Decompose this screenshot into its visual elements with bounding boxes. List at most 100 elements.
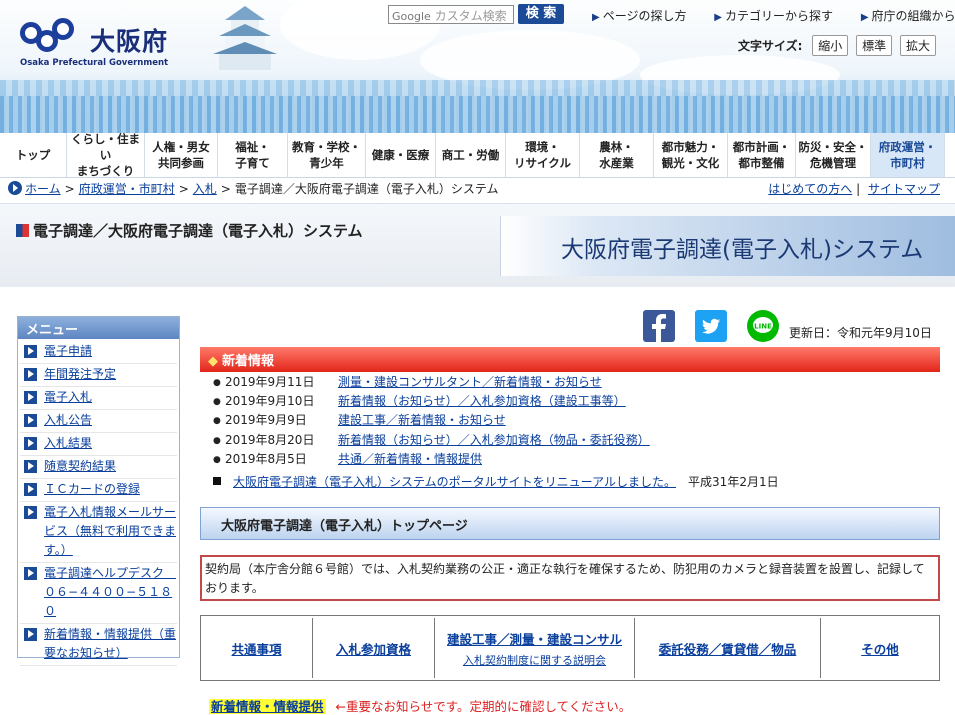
organization-link[interactable]: ▶府庁の組織から探す: [861, 9, 955, 23]
home-icon: [8, 181, 22, 195]
nav-commerce[interactable]: 商工・労働: [436, 133, 506, 177]
news-date: 2019年9月10日: [225, 394, 315, 409]
menu-item[interactable]: 電子調達ヘルプデスク ０６−４４００−５１８０: [20, 563, 177, 624]
nav-welfare[interactable]: 福祉・ 子育て: [218, 133, 288, 177]
svg-text:LINE: LINE: [754, 323, 772, 331]
arrow-icon: [24, 506, 37, 519]
nav-tourism[interactable]: 都市魅力・ 観光・文化: [654, 133, 728, 177]
font-size-control: 文字サイズ: 縮小 標準 拡大: [738, 35, 940, 56]
bullet-icon: ●: [213, 378, 221, 388]
title-band: 電子調達／大阪府電子調達（電子入札）システム 大阪府電子調達(電子入札)システム: [0, 203, 955, 287]
chevron-right-icon: ▶: [860, 12, 869, 23]
menu-item[interactable]: 入札結果: [20, 433, 177, 456]
nav-environment[interactable]: 環境・ リサイクル: [506, 133, 580, 177]
arrow-icon: [24, 437, 37, 450]
category-table: 共通事項 入札参加資格 建設工事／測量・建設コンサル 入札契約制度に関する説明会 …: [200, 615, 940, 681]
search-brand: Google: [392, 10, 431, 23]
banner-text: 大阪府電子調達(電子入札)システム: [561, 237, 924, 263]
news-link[interactable]: 新着情報（お知らせ）／入札参加資格（建設工事等）: [338, 394, 626, 408]
menu-item[interactable]: 随意契約結果: [20, 456, 177, 479]
site-logo[interactable]: 大阪府 Osaka Prefectural Government: [20, 16, 180, 74]
font-larger-button[interactable]: 拡大: [899, 35, 936, 56]
font-smaller-button[interactable]: 縮小: [812, 35, 849, 56]
utility-links: ▶ページの探し方 ▶カテゴリーから探す ▶府庁の組織から探す: [592, 7, 955, 24]
facebook-icon[interactable]: [643, 310, 675, 342]
category-qualification-link[interactable]: 入札参加資格: [336, 639, 411, 658]
arrow-icon: [24, 628, 37, 641]
arrow-icon: [24, 483, 37, 496]
nav-education[interactable]: 教育・学校・ 青少年: [288, 133, 366, 177]
breadcrumb-home[interactable]: ホーム: [25, 182, 61, 196]
news-header: ◆ 新着情報: [200, 347, 940, 372]
news-info-link[interactable]: 新着情報・情報提供: [209, 699, 326, 714]
arrow-icon: [24, 567, 37, 580]
bullet-icon: ●: [213, 454, 221, 465]
arrow-icon: [24, 368, 37, 381]
nav-top[interactable]: トップ: [0, 133, 67, 177]
menu-item[interactable]: 電子入札情報メールサービス（無料で利用できます。）: [20, 502, 177, 563]
find-page-link[interactable]: ▶ ページの探し方: [592, 9, 698, 23]
menu-item[interactable]: 新着情報・情報提供（重要なお知らせ）: [20, 624, 177, 666]
breadcrumb-administration[interactable]: 府政運営・市町村: [79, 182, 175, 196]
chevron-right-icon: ▶: [714, 12, 722, 23]
briefing-session-link[interactable]: 入札契約制度に関する説明会: [463, 652, 606, 668]
category-services-link[interactable]: 委託役務／賃貸借／物品: [659, 639, 797, 658]
nav-agriculture[interactable]: 農林・ 水産業: [580, 133, 654, 177]
arrow-icon: [24, 414, 37, 427]
osaka-castle-icon: [213, 6, 277, 70]
news-link[interactable]: 共通／新着情報・情報提供: [338, 452, 482, 466]
news-link[interactable]: 新着情報（お知らせ）／入札参加資格（物品・委託役務）: [338, 433, 650, 447]
menu-item[interactable]: 電子申請: [20, 341, 177, 364]
category-other-link[interactable]: その他: [861, 639, 899, 658]
square-bullet-icon: [213, 477, 221, 485]
nav-living[interactable]: くらし・住まい まちづくり: [67, 132, 145, 178]
category-construction-link[interactable]: 建設工事／測量・建設コンサル: [447, 629, 622, 648]
menu-title: メニュー: [18, 317, 179, 339]
search-button[interactable]: 検 索: [518, 4, 564, 24]
arrow-icon: [24, 391, 37, 404]
beginners-link[interactable]: はじめての方へ: [768, 182, 852, 196]
category-common-link[interactable]: 共通事項: [231, 639, 281, 658]
page-title: 電子調達／大阪府電子調達（電子入札）システム: [16, 220, 363, 241]
news-item: ● 2019年8月20日 新着情報（お知らせ）／入札参加資格（物品・委託役務）: [213, 431, 933, 450]
twitter-icon[interactable]: [695, 310, 727, 342]
bullet-icon: ●: [213, 416, 221, 427]
important-warning: ←重要なお知らせです。定期的に確認してください。: [335, 699, 632, 714]
arrow-icon: [24, 345, 37, 358]
renewal-date: 平成31年2月1日: [688, 475, 779, 489]
menu-item[interactable]: ＩＣカードの登録: [20, 479, 177, 502]
search-input[interactable]: Google カスタム検索: [388, 5, 514, 24]
header-right-links: はじめての方へ | サイトマップ: [764, 180, 940, 197]
news-link[interactable]: 建設工事／新着情報・お知らせ: [338, 413, 506, 427]
arrow-icon: [24, 460, 37, 473]
renewal-notice: 大阪府電子調達（電子入札）システムのポータルサイトをリニューアルしました。 平成3…: [213, 473, 779, 490]
nav-city-planning[interactable]: 都市計画・ 都市整備: [728, 133, 796, 177]
sitemap-link[interactable]: サイトマップ: [868, 182, 940, 196]
logo-english: Osaka Prefectural Government: [20, 58, 169, 68]
nav-disaster[interactable]: 防災・安全・ 危機管理: [796, 133, 871, 177]
nav-human-rights[interactable]: 人権・男女 共同参画: [145, 133, 218, 177]
menu-item[interactable]: 年間発注予定: [20, 364, 177, 387]
category-cell: その他: [821, 618, 939, 678]
bullet-icon: ●: [213, 435, 221, 446]
font-normal-button[interactable]: 標準: [856, 35, 893, 56]
important-notice-row: 新着情報・情報提供 ←重要なお知らせです。定期的に確認してください。: [209, 696, 631, 715]
news-link[interactable]: 測量・建設コンサルタント／新着情報・お知らせ: [338, 375, 602, 389]
news-date: 2019年9月9日: [225, 413, 307, 428]
global-navigation: トップ くらし・住まい まちづくり 人権・男女 共同参画 福祉・ 子育て 教育・学校・…: [0, 132, 955, 178]
renewal-link[interactable]: 大阪府電子調達（電子入札）システムのポータルサイトをリニューアルしました。: [233, 475, 676, 489]
header-wave-decoration: [0, 96, 955, 133]
chevron-right-icon: ▶: [592, 12, 600, 23]
line-icon[interactable]: LINE: [747, 310, 779, 342]
top-page-heading: 大阪府電子調達（電子入札）トップページ: [200, 507, 940, 540]
nav-health[interactable]: 健康・医療: [366, 133, 436, 177]
menu-item[interactable]: 入札公告: [20, 410, 177, 433]
sidebar-menu: メニュー 電子申請 年間発注予定 電子入札 入札公告 入札結果 随意契約結果 Ｉ…: [17, 316, 180, 666]
category-link[interactable]: ▶ カテゴリーから探す: [714, 9, 845, 23]
breadcrumb-bidding[interactable]: 入札: [193, 182, 217, 196]
news-date: 2019年8月20日: [225, 432, 315, 447]
menu-item[interactable]: 電子入札: [20, 387, 177, 410]
nav-administration[interactable]: 府政運営・ 市町村: [871, 133, 945, 177]
updated-date: 更新日：令和元年9月10日: [789, 326, 932, 340]
title-banner: 大阪府電子調達(電子入札)システム: [500, 216, 955, 276]
